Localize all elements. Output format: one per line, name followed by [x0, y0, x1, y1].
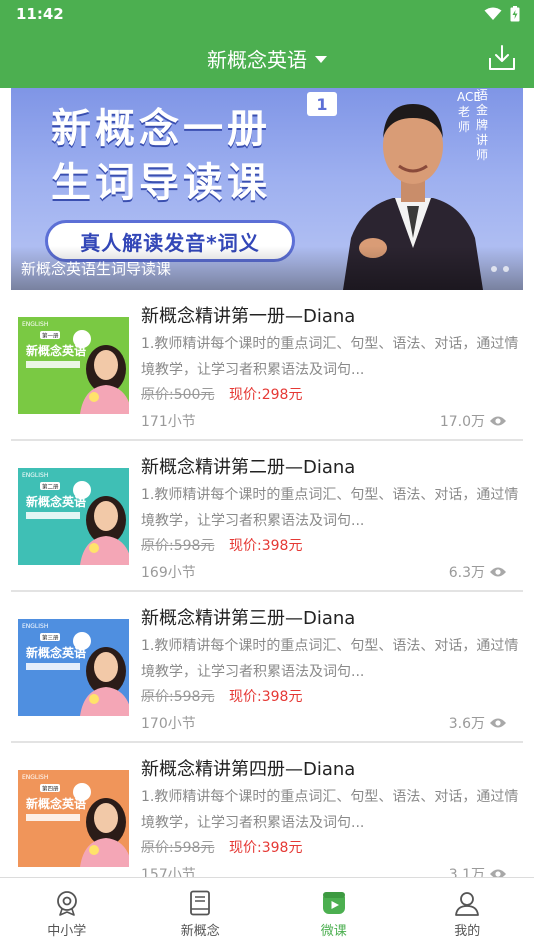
course-cover-art: ENGLISH第四册新概念英语 — [18, 770, 129, 867]
view-count: 17.0万 — [440, 411, 507, 431]
course-item[interactable]: ENGLISH 第四册 新概念英语 新概念精讲第四册—Diana 1.教师精讲每个课… — [11, 743, 523, 877]
course-item[interactable]: ENGLISH 第一册 新概念英语 新概念精讲第一册—Diana 1.教师精讲每个课… — [11, 290, 523, 441]
battery-icon — [510, 6, 520, 22]
course-cover-art: ENGLISH第二册新概念英语 — [18, 468, 129, 565]
eye-icon — [490, 718, 506, 728]
cover-level: 第一册 — [42, 332, 59, 340]
video-icon — [322, 891, 345, 914]
lesson-count: 169小节 — [141, 565, 196, 581]
eye-icon — [490, 869, 506, 877]
cover-brand: ENGLISH — [22, 321, 48, 328]
course-item[interactable]: ENGLISH 第三册 新概念英语 新概念精讲第三册—Diana 1.教师精讲每个课… — [11, 592, 523, 743]
view-count: 3.1万 — [449, 864, 507, 877]
cover-brand: ENGLISH — [22, 774, 48, 781]
course-thumbnail: ENGLISH 第三册 新概念英语 — [18, 619, 129, 716]
cover-brand: ENGLISH — [22, 472, 48, 479]
course-cover-art: ENGLISH第三册新概念英语 — [18, 619, 129, 716]
view-count-value: 3.1万 — [448, 867, 485, 877]
course-thumbnail: ENGLISH 第二册 新概念英语 — [18, 468, 129, 565]
tab-label: 微课 — [320, 923, 347, 939]
carousel-dot — [491, 266, 497, 272]
course-description: 1.教师精讲每个课时的重点词汇、句型、语法、对话，通过情境教学，让学习者积累语法… — [141, 487, 519, 529]
view-count: 3.6万 — [449, 713, 507, 733]
category-selector[interactable]: 新概念英语 — [207, 44, 327, 73]
eye-icon — [490, 416, 506, 426]
banner-badge-label: 1 — [316, 94, 328, 114]
original-price: 原价:598元 — [141, 689, 215, 705]
status-bar: 11:42 — [0, 0, 534, 28]
download-icon[interactable] — [486, 42, 518, 74]
carousel-dots — [491, 266, 509, 272]
status-time: 11:42 — [16, 5, 64, 23]
original-price: 原价:598元 — [141, 840, 215, 856]
banner-headline-2: 生词导读课 — [51, 160, 271, 206]
profile-icon — [455, 891, 480, 916]
course-description: 1.教师精讲每个课时的重点词汇、句型、语法、对话，通过情境教学，让学习者积累语法… — [141, 638, 519, 680]
lesson-count: 170小节 — [141, 716, 196, 732]
book-icon — [190, 890, 211, 915]
promo-banner[interactable]: 新概念一册 生词导读课 1 真人解读发音*词义 ACE老师 语金牌讲师 新概念英… — [11, 88, 523, 290]
course-list: ENGLISH 第一册 新概念英语 新概念精讲第一册—Diana 1.教师精讲每个课… — [0, 290, 534, 877]
caret-down-icon — [315, 55, 327, 63]
cover-brand: ENGLISH — [22, 623, 48, 630]
tab-primary-school[interactable]: 中小学 — [0, 878, 134, 950]
course-title: 新概念精讲第三册—Diana — [141, 608, 356, 629]
course-description: 1.教师精讲每个课时的重点词汇、句型、语法、对话，通过情境教学，让学习者积累语法… — [141, 336, 519, 378]
course-title: 新概念精讲第二册—Diana — [141, 457, 356, 478]
system-icons — [484, 6, 520, 22]
course-thumbnail: ENGLISH 第一册 新概念英语 — [18, 317, 129, 414]
view-count-value: 6.3万 — [448, 565, 485, 581]
tab-new-concept[interactable]: 新概念 — [134, 878, 268, 950]
tab-label: 我的 — [454, 923, 481, 939]
course-item[interactable]: ENGLISH 第二册 新概念英语 新概念精讲第二册—Diana 1.教师精讲每个课… — [11, 441, 523, 592]
banner-headline-1: 新概念一册 — [51, 106, 271, 152]
view-count: 6.3万 — [449, 562, 507, 582]
current-price: 现价:398元 — [229, 689, 303, 705]
course-title: 新概念精讲第一册—Diana — [141, 306, 356, 327]
course-description: 1.教师精讲每个课时的重点词汇、句型、语法、对话，通过情境教学，让学习者积累语法… — [141, 789, 519, 831]
tab-micro-course[interactable]: 微课 — [267, 878, 401, 950]
cover-level: 第三册 — [42, 634, 59, 642]
lesson-count: 171小节 — [141, 414, 196, 430]
cover-level: 第四册 — [42, 785, 59, 793]
app-title: 新概念英语 — [207, 47, 307, 72]
wifi-icon — [484, 7, 502, 20]
banner-caption: 新概念英语生词导读课 — [11, 246, 523, 290]
course-title: 新概念精讲第四册—Diana — [141, 759, 356, 780]
lesson-count: 157小节 — [141, 867, 196, 877]
original-price: 原价:500元 — [141, 387, 215, 403]
current-price: 现价:398元 — [229, 840, 303, 856]
tab-mine[interactable]: 我的 — [401, 878, 534, 950]
current-price: 现价:398元 — [229, 538, 303, 554]
tab-label: 中小学 — [47, 923, 87, 939]
course-thumbnail: ENGLISH 第四册 新概念英语 — [18, 770, 129, 867]
view-count-value: 3.6万 — [448, 716, 485, 732]
tab-label: 新概念 — [180, 923, 220, 939]
course-cover-art: ENGLISH第一册新概念英语 — [18, 317, 129, 414]
app-bar: 新概念英语 — [0, 28, 534, 88]
eye-icon — [490, 567, 506, 577]
bottom-tab-bar: 中小学 新概念 微课 我的 — [0, 877, 534, 950]
school-icon — [56, 890, 77, 916]
current-price: 现价:298元 — [229, 387, 303, 403]
cover-level: 第二册 — [42, 483, 59, 491]
carousel-dot — [503, 266, 509, 272]
original-price: 原价:598元 — [141, 538, 215, 554]
view-count-value: 17.0万 — [439, 414, 485, 430]
